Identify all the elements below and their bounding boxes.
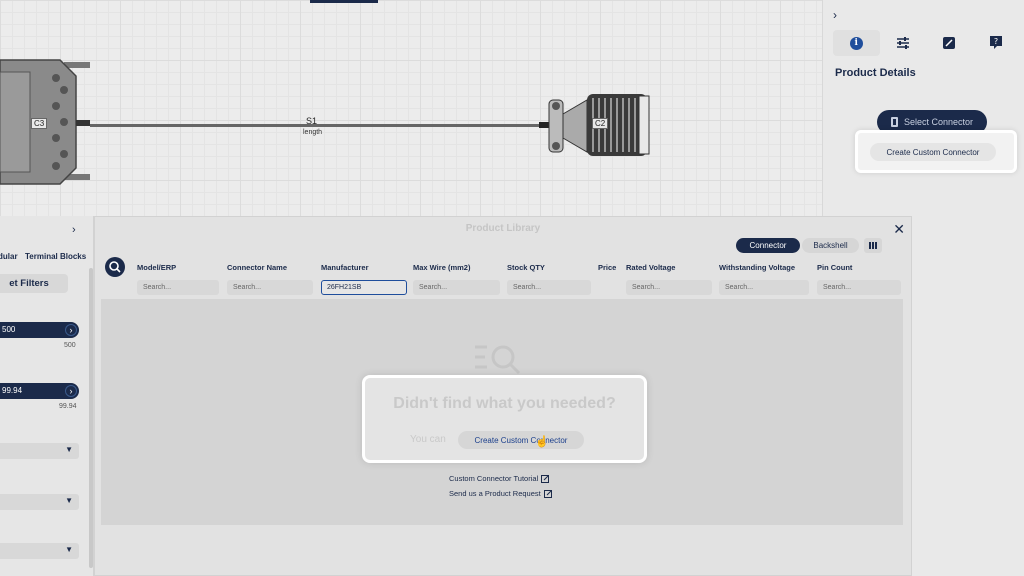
filter-scrollbar[interactable] <box>89 268 93 568</box>
product-library-dialog: Product Library ✕ Connector Backshell Mo… <box>94 216 912 576</box>
chevron-right-icon[interactable]: › <box>833 8 837 22</box>
search-input-connector-name[interactable]: Search... <box>227 280 313 295</box>
canvas-top-indicator <box>310 0 378 3</box>
tab-settings[interactable] <box>880 30 927 56</box>
toggle-backshell[interactable]: Backshell <box>802 238 859 253</box>
connector-c2-label: C2 <box>592 118 609 129</box>
create-custom-connector-button[interactable]: Create Custom Connector <box>458 431 584 449</box>
range-slider-2[interactable]: 99.94 › <box>0 383 79 399</box>
help-icon: ? <box>989 36 1002 49</box>
tab-info[interactable]: i <box>833 30 880 56</box>
close-icon[interactable]: ✕ <box>893 221 905 238</box>
column-header-rated-voltage[interactable]: Rated Voltage <box>626 263 675 272</box>
search-input-pin-count[interactable]: Search... <box>817 280 901 295</box>
slider-max-label: 99.94 <box>59 403 77 410</box>
column-header-withstanding-voltage[interactable]: Withstanding Voltage <box>719 263 795 272</box>
column-header-max-wire[interactable]: Max Wire (mm2) <box>413 263 470 272</box>
search-input-model[interactable]: Search... <box>137 280 219 295</box>
filter-panel: › dular Terminal Blocks et Filters 500 ›… <box>0 216 94 576</box>
slider-max-label: 500 <box>64 342 76 349</box>
create-custom-highlight: Create Custom Connector <box>855 130 1017 173</box>
search-input-max-wire[interactable]: Search... <box>413 280 500 295</box>
filter-dropdown[interactable]: ▼ <box>0 543 79 559</box>
link-label: Send us a Product Request <box>449 489 541 498</box>
search-icon <box>105 257 125 277</box>
slider-value: 99.94 <box>2 386 23 395</box>
you-can-label: You can <box>410 434 446 445</box>
not-found-highlight: Didn't find what you needed? You can Cre… <box>362 375 647 463</box>
filter-tab-modular[interactable]: dular <box>0 252 18 261</box>
chevron-right-icon[interactable]: › <box>65 385 77 397</box>
cable-line[interactable] <box>90 124 550 127</box>
tab-edit[interactable] <box>926 30 973 56</box>
filter-tab-terminal-blocks[interactable]: Terminal Blocks <box>25 252 86 261</box>
connector-c3-graphic[interactable] <box>0 58 100 188</box>
info-icon: i <box>849 36 863 50</box>
search-input-manufacturer[interactable]: 26FH21SB <box>321 280 407 295</box>
search-input-rated-voltage[interactable]: Search... <box>626 280 712 295</box>
columns-icon[interactable] <box>864 238 882 253</box>
caret-down-icon: ▼ <box>65 445 73 454</box>
edit-icon <box>943 37 956 49</box>
pointer-cursor-icon: ☝ <box>535 436 549 448</box>
range-slider-1[interactable]: 500 › <box>0 322 79 338</box>
filter-dropdown[interactable]: ▼ <box>0 443 79 459</box>
search-input-withstanding-voltage[interactable]: Search... <box>719 280 809 295</box>
details-tabs: i ? <box>833 30 1019 56</box>
slider-value: 500 <box>2 325 16 334</box>
filter-dropdown[interactable]: ▼ <box>0 494 79 510</box>
create-custom-connector-button[interactable]: Create Custom Connector <box>870 143 996 161</box>
cable-label: S1 <box>306 116 318 126</box>
chevron-right-icon[interactable]: › <box>65 324 77 336</box>
column-header-price[interactable]: Price <box>598 263 616 272</box>
search-input-stock-qty[interactable]: Search... <box>507 280 591 295</box>
column-header-manufacturer[interactable]: Manufacturer <box>321 263 369 272</box>
sliders-icon <box>896 37 909 49</box>
caret-down-icon: ▼ <box>65 496 73 505</box>
connector-icon <box>890 117 898 127</box>
column-header-connector-name[interactable]: Connector Name <box>227 263 287 272</box>
toggle-connector[interactable]: Connector <box>736 238 800 253</box>
panel-title: Product Details <box>835 67 916 79</box>
tab-help[interactable]: ? <box>973 30 1020 56</box>
caret-down-icon: ▼ <box>65 545 73 554</box>
external-link-icon <box>543 489 552 498</box>
chevron-right-icon[interactable]: › <box>72 224 76 236</box>
cable-length-label: length <box>303 129 323 136</box>
select-connector-label: Select Connector <box>903 117 974 127</box>
column-header-pin-count[interactable]: Pin Count <box>817 263 852 272</box>
dialog-title: Product Library <box>465 223 541 234</box>
custom-connector-tutorial-link[interactable]: Custom Connector Tutorial <box>449 474 550 483</box>
column-header-stock-qty[interactable]: Stock QTY <box>507 263 545 272</box>
column-header-model[interactable]: Model/ERP <box>137 263 176 272</box>
product-request-link[interactable]: Send us a Product Request <box>449 489 552 498</box>
not-found-title: Didn't find what you needed? <box>393 395 616 412</box>
external-link-icon <box>541 474 550 483</box>
link-label: Custom Connector Tutorial <box>449 474 539 483</box>
connector-c3-label: C3 <box>31 118 48 129</box>
reset-filters-button[interactable]: et Filters <box>0 274 68 293</box>
svg-text:?: ? <box>994 37 998 46</box>
